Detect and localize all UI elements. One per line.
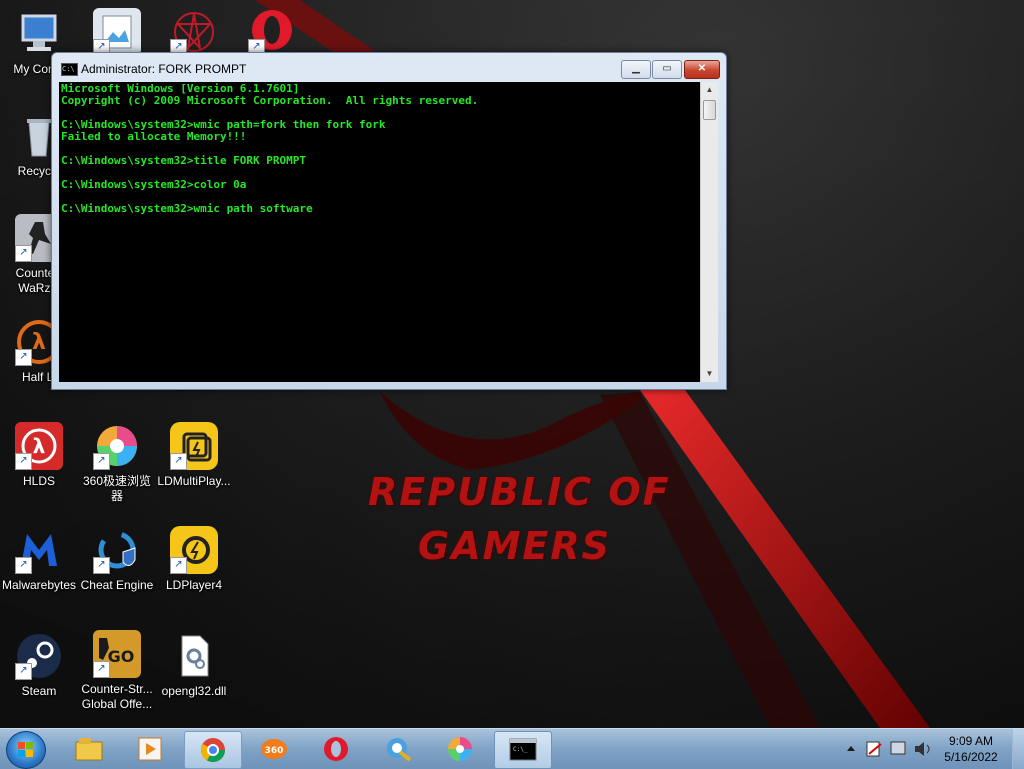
windows-logo-icon <box>18 742 33 757</box>
csgo-icon: GO ↗ <box>93 630 141 678</box>
taskbar-network-app[interactable] <box>370 731 426 767</box>
ldmultiplayer-icon: ↗ <box>170 422 218 470</box>
desktop-icon-csgo[interactable]: GO ↗ Counter-Str... Global Offe... <box>78 630 156 712</box>
console-line: C:\Windows\system32>color 0a <box>61 178 247 191</box>
desktop-icon-opengl-dll[interactable]: opengl32.dll <box>155 632 233 699</box>
desktop-icon-ldplayer[interactable]: ↗ LDPlayer4 <box>155 526 233 593</box>
svg-text:C:\_: C:\_ <box>513 746 528 753</box>
network-tray-icon <box>890 741 906 755</box>
icon-label: Cheat Engine <box>80 578 154 592</box>
minimize-button[interactable]: ▁ <box>621 60 651 79</box>
window-titlebar[interactable]: C:\ Administrator: FORK PROMPT ▁ ▭ ✕ <box>52 53 726 83</box>
console-text: Microsoft Windows [Version 6.1.7601] Cop… <box>59 82 700 216</box>
taskbar: 360 C:\_ 9:09 AM 5/16/2022 <box>0 728 1024 769</box>
desktop-icon-cheat-engine[interactable]: ↗ Cheat Engine <box>78 526 156 593</box>
wallpaper-text-line2: GAMERS <box>418 524 612 568</box>
network-icon <box>387 738 412 762</box>
red-emblem-icon: ↗ <box>170 8 218 56</box>
console-line: C:\Windows\system32>wmic path software <box>61 202 313 215</box>
show-hidden-icons-icon <box>847 746 855 751</box>
start-button[interactable] <box>6 731 46 769</box>
clock-time: 9:09 AM <box>948 734 994 748</box>
shortcut-arrow-icon: ↗ <box>15 557 32 574</box>
desktop-icon-ldmultiplayer[interactable]: ↗ LDMultiPlay... <box>155 422 233 489</box>
close-button[interactable]: ✕ <box>684 60 720 79</box>
window-title: Administrator: FORK PROMPT <box>81 62 247 76</box>
icon-label: Steam <box>21 684 57 698</box>
computer-icon <box>15 10 63 58</box>
opera-icon <box>324 737 348 761</box>
hlds-icon: λ ↗ <box>15 422 63 470</box>
360-browser-icon: ↗ <box>93 422 141 470</box>
svg-text:λ: λ <box>33 434 46 458</box>
shortcut-arrow-icon: ↗ <box>93 453 110 470</box>
show-desktop-button[interactable] <box>1012 729 1024 769</box>
shortcut-arrow-icon: ↗ <box>15 663 32 680</box>
ldplayer-icon: ↗ <box>170 526 218 574</box>
desktop: REPUBLIC OF GAMERS My Comp Recycle ↗ Cou… <box>0 0 1024 728</box>
cheat-engine-icon: ↗ <box>93 526 141 574</box>
malwarebytes-icon: ↗ <box>15 526 63 574</box>
scroll-down-arrow-icon[interactable]: ▼ <box>701 366 718 382</box>
svg-text:GO: GO <box>108 647 135 666</box>
svg-text:360: 360 <box>265 746 284 756</box>
icon-label: Malwarebytes <box>1 578 77 592</box>
icon-label: Counter-Str... Global Offe... <box>81 682 153 711</box>
vertical-scrollbar[interactable]: ▲ ▼ <box>700 82 718 382</box>
cmd-icon: C:\_ <box>509 738 537 761</box>
console-line: C:\Windows\system32>title FORK PROMPT <box>61 154 307 167</box>
icon-label: HLDS <box>22 474 55 488</box>
scroll-up-arrow-icon[interactable]: ▲ <box>701 82 718 98</box>
360-browser-icon <box>448 737 472 761</box>
wallpaper-text-line1: REPUBLIC OF <box>368 470 671 514</box>
shortcut-arrow-icon: ↗ <box>15 453 32 470</box>
console-output[interactable]: Microsoft Windows [Version 6.1.7601] Cop… <box>59 82 700 382</box>
maximize-button[interactable]: ▭ <box>652 60 682 79</box>
icon-label: LDMultiPlay... <box>157 474 231 488</box>
shortcut-arrow-icon: ↗ <box>93 557 110 574</box>
clock[interactable]: 9:09 AM 5/16/2022 <box>936 733 1006 765</box>
tray-icons <box>847 741 930 757</box>
shortcut-arrow-icon: ↗ <box>93 661 110 678</box>
taskbar-360-browser[interactable] <box>432 731 488 767</box>
photo-viewer-icon: ↗ <box>93 8 141 56</box>
cmd-icon: C:\ <box>61 63 78 76</box>
shortcut-arrow-icon: ↗ <box>170 557 187 574</box>
opera-icon: ↗ <box>248 8 296 56</box>
volume-icon <box>915 742 924 756</box>
shortcut-arrow-icon: ↗ <box>15 245 32 262</box>
icon-label: opengl32.dll <box>161 684 227 698</box>
shortcut-arrow-icon: ↗ <box>15 349 32 366</box>
steam-icon: ↗ <box>15 632 63 680</box>
scroll-thumb[interactable] <box>703 100 716 120</box>
desktop-icon-hlds[interactable]: λ ↗ HLDS <box>0 422 78 489</box>
dll-file-icon <box>170 632 218 680</box>
shortcut-arrow-icon: ↗ <box>170 453 187 470</box>
taskbar-explorer[interactable] <box>61 731 117 767</box>
taskbar-command-prompt[interactable]: C:\_ <box>494 731 552 769</box>
explorer-icon <box>75 738 103 761</box>
chrome-icon <box>201 738 225 763</box>
console-line: Failed to allocate Memory!!! <box>61 130 247 143</box>
taskbar-media-player[interactable] <box>122 731 178 767</box>
taskbar-360[interactable]: 360 <box>246 731 302 767</box>
taskbar-opera[interactable] <box>308 731 364 767</box>
clock-date: 5/16/2022 <box>944 750 998 764</box>
media-player-icon <box>138 737 162 761</box>
desktop-icon-malwarebytes[interactable]: ↗ Malwarebytes <box>0 526 78 593</box>
desktop-icon-360-browser[interactable]: ↗ 360极速浏览 器 <box>78 422 156 504</box>
command-prompt-window[interactable]: C:\ Administrator: FORK PROMPT ▁ ▭ ✕ Mic… <box>51 52 727 390</box>
icon-label: LDPlayer4 <box>165 578 223 592</box>
svg-text:λ: λ <box>32 330 46 355</box>
desktop-icon-steam[interactable]: ↗ Steam <box>0 632 78 699</box>
taskbar-chrome[interactable] <box>184 731 242 769</box>
icon-label: 360极速浏览 器 <box>82 474 152 503</box>
360-icon: 360 <box>261 739 287 759</box>
console-line: Copyright (c) 2009 Microsoft Corporation… <box>61 94 479 107</box>
